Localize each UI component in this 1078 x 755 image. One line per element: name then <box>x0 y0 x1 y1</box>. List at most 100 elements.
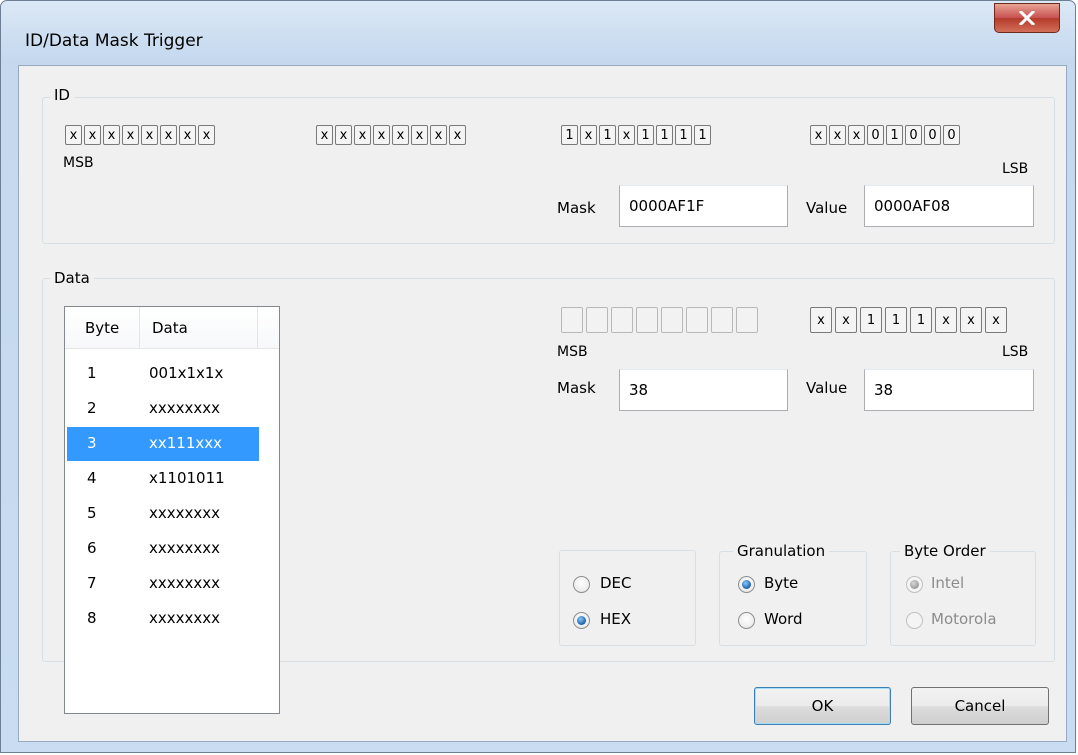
id-bit-box[interactable]: x <box>373 125 390 145</box>
list-item[interactable]: 8 xxxxxxxx <box>67 602 259 636</box>
data-bit-box[interactable]: x <box>935 307 957 333</box>
id-bit-box[interactable]: x <box>122 125 139 145</box>
list-item-data: x1101011 <box>149 469 225 487</box>
dec-radio[interactable] <box>573 576 590 593</box>
id-bit-box[interactable]: 0 <box>943 125 960 145</box>
data-mask-label: Mask <box>557 379 596 397</box>
byte-data-listview[interactable]: Byte Data 1 001x1x1x 2 xxxxxxxx 3 xx111xxx 4 x1… <box>64 306 280 714</box>
id-bit-box[interactable]: x <box>141 125 158 145</box>
data-bit-box[interactable]: 1 <box>860 307 882 333</box>
id-bit-box[interactable]: x <box>316 125 333 145</box>
hex-radio-label[interactable]: HEX <box>600 610 631 628</box>
data-bit-box[interactable]: x <box>985 307 1007 333</box>
id-bit-box[interactable]: 1 <box>599 125 616 145</box>
cancel-button[interactable]: Cancel <box>911 687 1049 725</box>
byte-order-intel-radio[interactable] <box>906 576 923 593</box>
id-value-input[interactable]: 0000AF08 <box>864 185 1034 227</box>
data-lsb-label: LSB <box>1002 344 1029 360</box>
granulation-word-radio[interactable] <box>738 612 755 629</box>
data-bit-box-empty <box>736 307 758 333</box>
column-header-data[interactable]: Data <box>140 307 258 349</box>
id-lsb-label: LSB <box>1002 161 1029 177</box>
list-item-byte: 7 <box>87 574 97 592</box>
byte-order-motorola-radio[interactable] <box>906 612 923 629</box>
list-item-data: xx111xxx <box>149 434 223 452</box>
id-bit-box[interactable]: 1 <box>561 125 578 145</box>
list-item[interactable]: 1 001x1x1x <box>67 357 259 391</box>
ok-button[interactable]: OK <box>754 687 891 725</box>
id-bit-box[interactable]: x <box>618 125 635 145</box>
data-bit-box[interactable]: 1 <box>885 307 907 333</box>
byte-order-motorola-label[interactable]: Motorola <box>931 610 997 628</box>
id-bit-box[interactable]: x <box>335 125 352 145</box>
id-mask-input[interactable]: 0000AF1F <box>619 185 788 227</box>
list-item[interactable]: 6 xxxxxxxx <box>67 532 259 566</box>
data-msb-label: MSB <box>557 344 588 360</box>
id-bit-box[interactable]: x <box>580 125 597 145</box>
list-item-byte: 1 <box>87 364 97 382</box>
id-bit-box[interactable]: x <box>411 125 428 145</box>
data-bit-box[interactable]: x <box>810 307 832 333</box>
data-bit-box[interactable]: 1 <box>910 307 932 333</box>
granulation-byte-label[interactable]: Byte <box>764 574 798 592</box>
list-item-data: xxxxxxxx <box>149 504 221 522</box>
data-bit-box[interactable]: x <box>835 307 857 333</box>
list-item-byte: 2 <box>87 399 97 417</box>
list-item-data: xxxxxxxx <box>149 609 221 627</box>
id-bit-box[interactable]: x <box>103 125 120 145</box>
id-bit-box[interactable]: x <box>84 125 101 145</box>
data-mask-input[interactable]: 38 <box>619 369 788 411</box>
list-item[interactable]: 3 xx111xxx <box>67 427 259 461</box>
data-bit-box-empty <box>561 307 583 333</box>
list-item-byte: 8 <box>87 609 97 627</box>
id-bit-box[interactable]: 0 <box>924 125 941 145</box>
granulation-groupbox <box>719 551 867 646</box>
id-bit-box[interactable]: 0 <box>905 125 922 145</box>
list-item-byte: 6 <box>87 539 97 557</box>
id-msb-label: MSB <box>63 155 94 171</box>
format-groupbox <box>559 550 696 646</box>
id-bit-box[interactable]: x <box>848 125 865 145</box>
granulation-byte-radio[interactable] <box>738 576 755 593</box>
id-bit-box[interactable]: x <box>392 125 409 145</box>
id-bit-box[interactable]: x <box>430 125 447 145</box>
list-item-data: xxxxxxxx <box>149 399 221 417</box>
id-bit-box[interactable]: x <box>810 125 827 145</box>
id-bit-box[interactable]: 1 <box>886 125 903 145</box>
id-bit-box[interactable]: 0 <box>867 125 884 145</box>
id-bit-box[interactable]: 1 <box>656 125 673 145</box>
id-bit-box[interactable]: 1 <box>675 125 692 145</box>
data-bit-box-empty <box>661 307 683 333</box>
list-item[interactable]: 4 x1101011 <box>67 462 259 496</box>
data-bit-box-empty <box>586 307 608 333</box>
data-bit-box[interactable]: x <box>960 307 982 333</box>
id-bit-box[interactable]: x <box>160 125 177 145</box>
data-group-title: Data <box>50 269 94 287</box>
byte-order-group-title: Byte Order <box>900 542 990 560</box>
close-icon <box>1019 11 1035 25</box>
dialog-client-area: ID xxxxxxxxxxxxxxxx1x1x1111xxx01000 MSB … <box>18 65 1067 742</box>
id-bit-box[interactable]: x <box>179 125 196 145</box>
dialog-window: ID/Data Mask Trigger ID xxxxxxxxxxxxxxxx… <box>0 0 1076 753</box>
granulation-word-label[interactable]: Word <box>764 610 803 628</box>
window-title: ID/Data Mask Trigger <box>25 31 203 51</box>
byte-order-intel-label[interactable]: Intel <box>931 574 964 592</box>
hex-radio[interactable] <box>573 612 590 629</box>
list-item[interactable]: 2 xxxxxxxx <box>67 392 259 426</box>
id-bit-box[interactable]: x <box>65 125 82 145</box>
list-item[interactable]: 7 xxxxxxxx <box>67 567 259 601</box>
id-bit-box[interactable]: x <box>198 125 215 145</box>
id-bit-box[interactable]: 1 <box>637 125 654 145</box>
list-item-data: 001x1x1x <box>149 364 224 382</box>
byte-order-groupbox <box>890 551 1036 646</box>
dec-radio-label[interactable]: DEC <box>600 574 632 592</box>
id-bit-box[interactable]: x <box>829 125 846 145</box>
data-value-input[interactable]: 38 <box>864 369 1034 411</box>
close-button[interactable] <box>994 3 1060 33</box>
id-bit-box[interactable]: 1 <box>694 125 711 145</box>
list-item[interactable]: 5 xxxxxxxx <box>67 497 259 531</box>
id-bit-box[interactable]: x <box>354 125 371 145</box>
column-header-byte[interactable]: Byte <box>65 307 140 349</box>
id-value-label: Value <box>806 199 848 217</box>
id-bit-box[interactable]: x <box>449 125 466 145</box>
